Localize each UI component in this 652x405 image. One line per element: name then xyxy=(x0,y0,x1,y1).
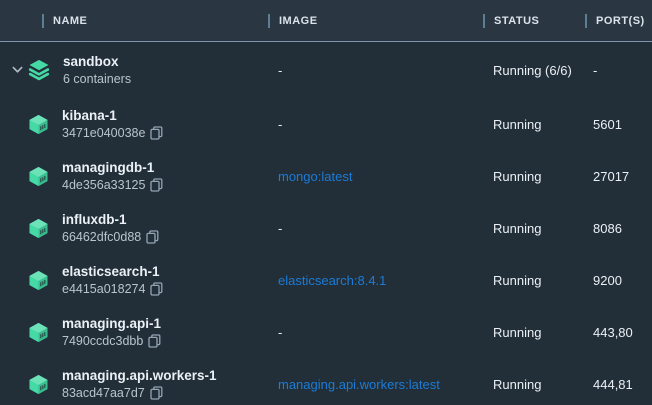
container-id: e4415a018274 xyxy=(62,281,145,297)
column-header-name-label: NAME xyxy=(53,15,87,27)
container-id: 6 containers xyxy=(63,71,131,87)
containers-table: NAME IMAGE STATUS PORT(S) xyxy=(0,0,652,405)
ports-cell: 27017 xyxy=(585,169,652,184)
image-empty-dash: - xyxy=(278,63,282,78)
status-cell: Running xyxy=(483,377,585,392)
table-row[interactable]: managing.api-1 7490ccdc3dbb - Running 44… xyxy=(0,306,652,358)
status-cell: Running xyxy=(483,325,585,340)
status-cell: Running (6/6) xyxy=(483,63,585,78)
table-row[interactable]: managingdb-1 4de356a33125 mongo:latest R… xyxy=(0,150,652,202)
name-cell: managing.api-1 7490ccdc3dbb xyxy=(0,306,268,358)
name-text-block: kibana-1 3471e040038e xyxy=(62,107,163,141)
status-cell: Running xyxy=(483,169,585,184)
column-header-ports[interactable]: PORT(S) xyxy=(585,14,652,28)
image-link[interactable]: managing.api.workers:latest xyxy=(278,377,440,392)
container-id: 66462dfc0d88 xyxy=(62,229,141,245)
ports-cell: 444,81 xyxy=(585,377,652,392)
container-subtext: 4de356a33125 xyxy=(62,177,163,193)
column-header-image-label: IMAGE xyxy=(279,15,318,27)
name-cell: managingdb-1 4de356a33125 xyxy=(0,150,268,202)
status-cell: Running xyxy=(483,117,585,132)
container-subtext: 7490ccdc3dbb xyxy=(62,333,161,349)
column-header-status-label: STATUS xyxy=(494,15,539,27)
copy-icon[interactable] xyxy=(148,334,161,348)
container-name: managingdb-1 xyxy=(62,159,163,177)
image-empty-dash: - xyxy=(278,221,282,236)
column-header-status[interactable]: STATUS xyxy=(483,14,585,28)
layers-stack-icon xyxy=(28,59,50,81)
copy-icon[interactable] xyxy=(150,178,163,192)
name-text-block: influxdb-1 66462dfc0d88 xyxy=(62,211,159,245)
name-text-block: sandbox 6 containers xyxy=(63,53,131,87)
image-link[interactable]: mongo:latest xyxy=(278,169,352,184)
name-text-block: managingdb-1 4de356a33125 xyxy=(62,159,163,193)
column-separator xyxy=(585,14,587,28)
status-cell: Running xyxy=(483,273,585,288)
image-cell: managing.api.workers:latest xyxy=(268,377,483,392)
ports-cell: 5601 xyxy=(585,117,652,132)
image-cell: mongo:latest xyxy=(268,169,483,184)
image-cell: - xyxy=(268,325,483,340)
container-id: 4de356a33125 xyxy=(62,177,145,193)
container-box-icon xyxy=(28,270,49,291)
name-cell: sandbox 6 containers xyxy=(0,42,268,98)
image-link[interactable]: elasticsearch:8.4.1 xyxy=(278,273,386,288)
name-text-block: managing.api.workers-1 83acd47aa7d7 xyxy=(62,367,217,401)
table-row[interactable]: elasticsearch-1 e4415a018274 elasticsear… xyxy=(0,254,652,306)
container-name: influxdb-1 xyxy=(62,211,159,229)
container-subtext: e4415a018274 xyxy=(62,281,163,297)
ports-cell: 8086 xyxy=(585,221,652,236)
copy-icon[interactable] xyxy=(146,230,159,244)
image-cell: elasticsearch:8.4.1 xyxy=(268,273,483,288)
container-name: elasticsearch-1 xyxy=(62,263,163,281)
container-id: 7490ccdc3dbb xyxy=(62,333,143,349)
container-box-icon xyxy=(28,114,49,135)
copy-icon[interactable] xyxy=(150,126,163,140)
container-box-icon xyxy=(28,374,49,395)
status-cell: Running xyxy=(483,221,585,236)
column-separator xyxy=(483,14,485,28)
container-id: 83acd47aa7d7 xyxy=(62,385,145,401)
container-subtext: 3471e040038e xyxy=(62,125,163,141)
container-name: sandbox xyxy=(63,53,131,71)
table-header: NAME IMAGE STATUS PORT(S) xyxy=(0,0,652,42)
table-row[interactable]: influxdb-1 66462dfc0d88 - Running 8086 xyxy=(0,202,652,254)
ports-cell: - xyxy=(585,63,652,78)
column-header-image[interactable]: IMAGE xyxy=(268,14,483,28)
image-cell: - xyxy=(268,117,483,132)
image-cell: - xyxy=(268,221,483,236)
name-cell: elasticsearch-1 e4415a018274 xyxy=(0,254,268,306)
name-cell: kibana-1 3471e040038e xyxy=(0,98,268,150)
table-row[interactable]: sandbox 6 containers - Running (6/6) - xyxy=(0,42,652,98)
column-separator xyxy=(42,14,44,28)
name-text-block: managing.api-1 7490ccdc3dbb xyxy=(62,315,161,349)
ports-cell: 443,80 xyxy=(585,325,652,340)
container-box-icon xyxy=(28,322,49,343)
container-box-icon xyxy=(28,218,49,239)
table-row[interactable]: managing.api.workers-1 83acd47aa7d7 mana… xyxy=(0,358,652,405)
ports-cell: 9200 xyxy=(585,273,652,288)
column-header-ports-label: PORT(S) xyxy=(596,15,645,27)
column-separator xyxy=(268,14,270,28)
container-id: 3471e040038e xyxy=(62,125,145,141)
name-cell: managing.api.workers-1 83acd47aa7d7 xyxy=(0,358,268,405)
table-body: sandbox 6 containers - Running (6/6) - xyxy=(0,42,652,405)
image-empty-dash: - xyxy=(278,117,282,132)
container-name: managing.api.workers-1 xyxy=(62,367,217,385)
container-name: kibana-1 xyxy=(62,107,163,125)
container-subtext: 83acd47aa7d7 xyxy=(62,385,217,401)
name-text-block: elasticsearch-1 e4415a018274 xyxy=(62,263,163,297)
chevron-down-icon[interactable] xyxy=(12,66,23,74)
copy-icon[interactable] xyxy=(150,282,163,296)
container-subtext: 6 containers xyxy=(63,71,131,87)
name-cell: influxdb-1 66462dfc0d88 xyxy=(0,202,268,254)
column-header-name[interactable]: NAME xyxy=(0,14,268,28)
image-cell: - xyxy=(268,63,483,78)
container-subtext: 66462dfc0d88 xyxy=(62,229,159,245)
copy-icon[interactable] xyxy=(150,386,163,400)
container-name: managing.api-1 xyxy=(62,315,161,333)
container-box-icon xyxy=(28,166,49,187)
image-empty-dash: - xyxy=(278,325,282,340)
table-row[interactable]: kibana-1 3471e040038e - Running 5601 xyxy=(0,98,652,150)
